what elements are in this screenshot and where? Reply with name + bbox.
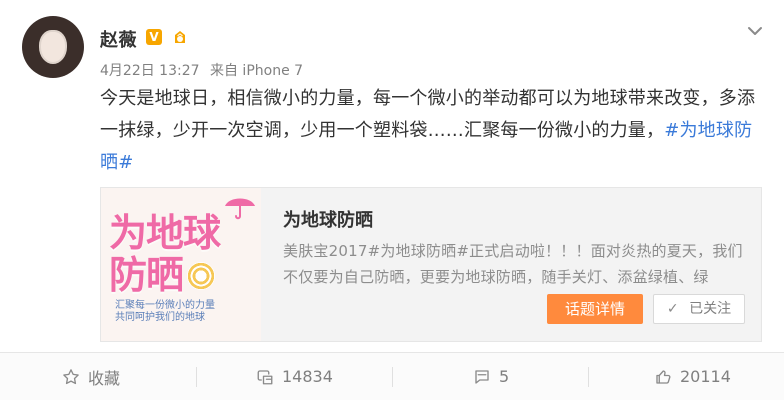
topic-details-button[interactable]: 话题详情 bbox=[547, 294, 643, 324]
check-icon: ✓ bbox=[666, 301, 679, 317]
post-source[interactable]: 来自 iPhone 7 bbox=[210, 63, 303, 79]
verified-badge: V bbox=[146, 29, 162, 45]
poster-decoration bbox=[187, 262, 215, 290]
topic-title[interactable]: 为地球防晒 bbox=[283, 206, 373, 232]
like-button[interactable]: 20114 bbox=[654, 353, 731, 400]
topic-description: 美肤宝2017#为地球防晒#正式启动啦！！！面对炎热的夏天，我们不仅要为自己防晒… bbox=[283, 242, 743, 286]
action-bar: 收藏 14834 5 20114 bbox=[0, 353, 784, 400]
post-timestamp: 4月22日 13:27 来自 iPhone 7 bbox=[100, 60, 303, 80]
comment-button[interactable]: 5 bbox=[473, 353, 509, 400]
action-separator bbox=[588, 367, 589, 387]
poster-subtitle: 汇聚每一份微小的力量 共同呵护我们的地球 bbox=[115, 300, 255, 324]
repost-button[interactable]: 14834 bbox=[256, 353, 333, 400]
action-separator bbox=[392, 367, 393, 387]
like-count: 20114 bbox=[680, 367, 731, 386]
followed-label: 已关注 bbox=[689, 301, 732, 317]
repost-count: 14834 bbox=[282, 367, 333, 386]
topic-poster[interactable]: 为地球防晒 汇聚每一份微小的力量 共同呵护我们的地球 bbox=[101, 188, 261, 341]
thumbs-up-icon bbox=[656, 369, 671, 384]
chevron-down-icon[interactable] bbox=[744, 20, 766, 42]
post-text: 今天是地球日，相信微小的力量，每一个微小的举动都可以为地球带来改变，多添一抹绿，… bbox=[100, 88, 756, 141]
followed-button[interactable]: ✓ 已关注 bbox=[653, 294, 745, 324]
favorite-label: 收藏 bbox=[88, 368, 121, 388]
favorite-button[interactable]: 收藏 bbox=[62, 353, 120, 400]
weibo-post: 赵薇 V 4月22日 13:27 来自 iPhone 7 今天是地球日，相信微小… bbox=[0, 0, 784, 400]
repost-icon bbox=[257, 369, 273, 384]
star-icon bbox=[63, 368, 79, 384]
poster-subtitle-line2: 共同呵护我们的地球 bbox=[115, 312, 205, 323]
comment-icon bbox=[475, 369, 489, 384]
post-time: 4月22日 13:27 bbox=[100, 63, 200, 79]
poster-title: 为地球防晒 bbox=[109, 211, 221, 297]
topic-card[interactable]: 为地球防晒 汇聚每一份微小的力量 共同呵护我们的地球 为地球防晒 美肤宝2017… bbox=[100, 187, 762, 342]
poster-subtitle-line1: 汇聚每一份微小的力量 bbox=[115, 300, 215, 311]
comment-count: 5 bbox=[499, 367, 510, 386]
username[interactable]: 赵薇 bbox=[100, 26, 137, 52]
avatar[interactable] bbox=[22, 16, 84, 78]
member-badge-icon bbox=[175, 31, 185, 43]
post-content: 今天是地球日，相信微小的力量，每一个微小的举动都可以为地球带来改变，多添一抹绿，… bbox=[100, 83, 760, 179]
action-separator bbox=[196, 367, 197, 387]
